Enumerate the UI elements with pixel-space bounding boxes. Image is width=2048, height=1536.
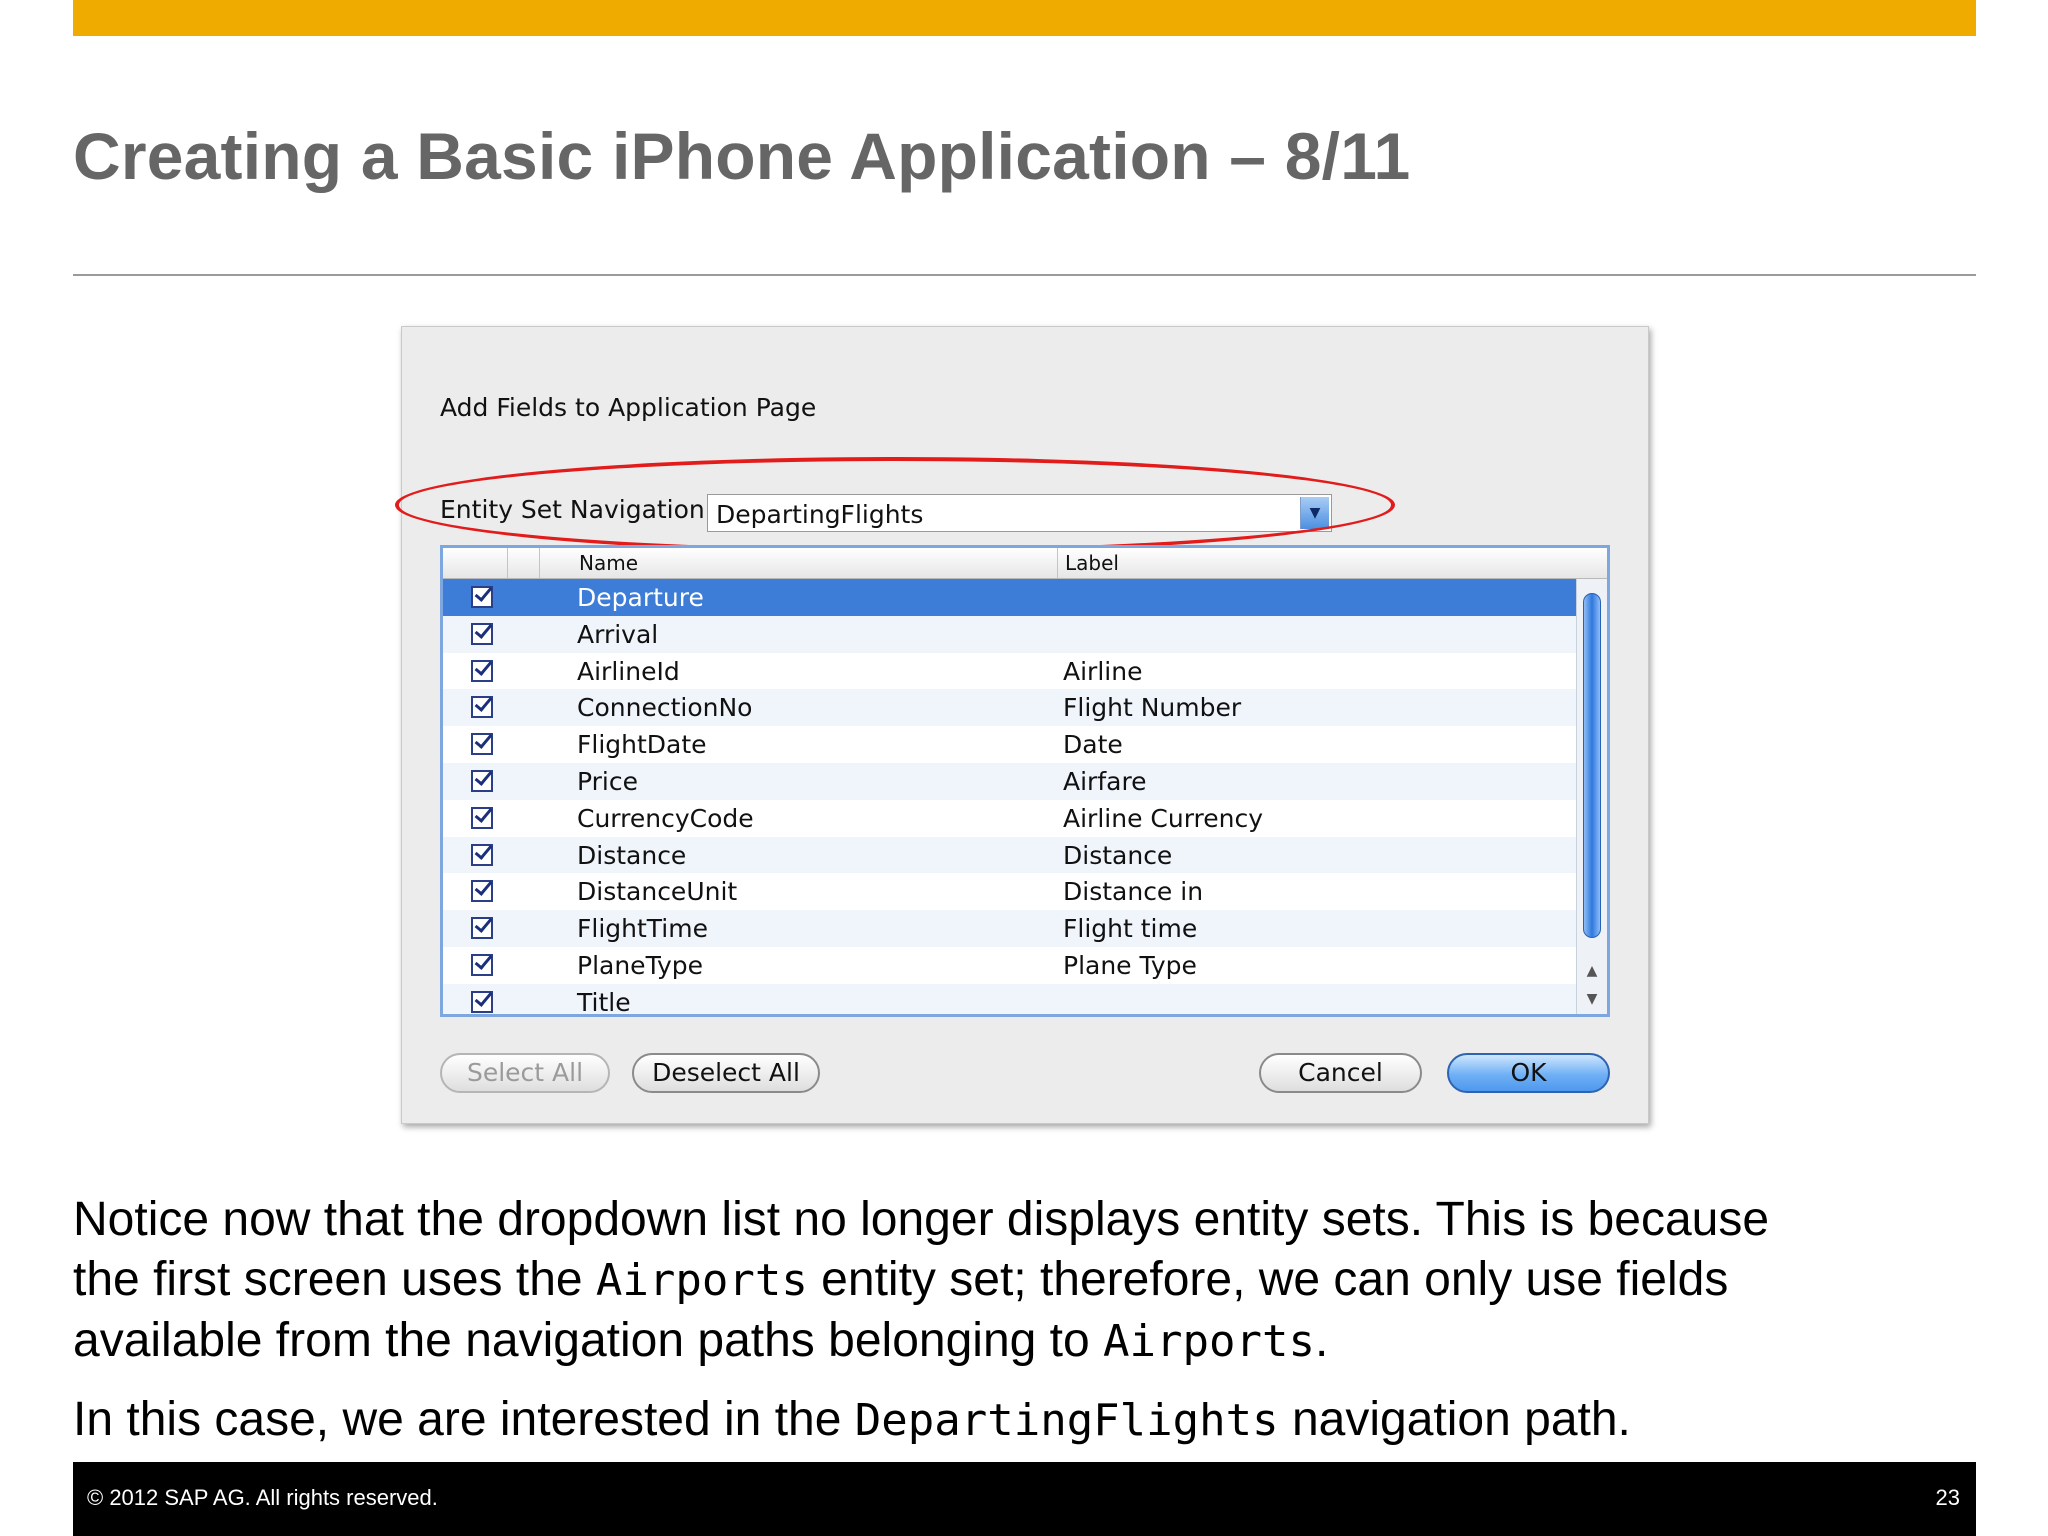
body-paragraph-line-3: available from the navigation paths belo…	[73, 1311, 1328, 1372]
field-label: Airfare	[1063, 766, 1147, 796]
field-name: DistanceUnit	[577, 877, 738, 907]
body-paragraph-2: In this case, we are interested in the D…	[73, 1390, 1631, 1451]
field-label: Flight Number	[1063, 693, 1242, 723]
field-label: Distance in	[1063, 877, 1204, 907]
field-checkbox[interactable]	[471, 806, 493, 829]
field-checkbox[interactable]	[471, 659, 493, 682]
field-label: Airline	[1063, 656, 1143, 686]
accent-bar	[73, 0, 1976, 36]
vertical-scrollbar[interactable]: ▲ ▼	[1576, 579, 1607, 1014]
column-header-label[interactable]: Label	[1065, 551, 1119, 575]
table-body: Departure Arrival AirlineId Airline Connecti…	[443, 579, 1577, 1017]
field-checkbox[interactable]	[471, 696, 493, 719]
body-paragraph-line-1: Notice now that the dropdown list no lon…	[73, 1190, 1769, 1250]
table-row[interactable]: AirlineId Airline	[443, 653, 1577, 690]
body-text: Notice now that the dropdown list no lon…	[73, 1193, 1770, 1246]
add-fields-dialog: Add Fields to Application Page Entity Se…	[395, 326, 1649, 1124]
field-checkbox[interactable]	[471, 990, 493, 1013]
field-label: Date	[1063, 730, 1123, 760]
column-header-name[interactable]: Name	[579, 551, 638, 575]
table-row[interactable]: DistanceUnit Distance in	[443, 873, 1577, 910]
field-checkbox[interactable]	[471, 917, 493, 940]
field-label: Airline Currency	[1063, 803, 1264, 833]
body-text: In this case, we are interested in the	[73, 1393, 855, 1446]
cancel-button[interactable]: Cancel	[1259, 1053, 1422, 1093]
field-checkbox[interactable]	[471, 622, 493, 645]
table-row[interactable]: FlightDate Date	[443, 726, 1577, 763]
body-text: the first screen uses the	[73, 1253, 596, 1306]
field-label: Flight time	[1063, 914, 1198, 944]
scroll-down-icon[interactable]: ▼	[1577, 985, 1607, 1013]
field-label: Plane Type	[1063, 950, 1197, 980]
field-checkbox[interactable]	[471, 880, 493, 903]
field-name: FlightDate	[577, 730, 707, 760]
body-text: available from the navigation paths belo…	[73, 1314, 1104, 1367]
title-divider	[73, 274, 1976, 276]
field-name: PlaneType	[577, 950, 703, 980]
body-text: .	[1314, 1314, 1329, 1367]
field-checkbox[interactable]	[471, 769, 493, 792]
table-row[interactable]: ConnectionNo Flight Number	[443, 689, 1577, 727]
column-separator	[539, 548, 540, 578]
field-checkbox[interactable]	[471, 733, 493, 756]
column-separator	[1057, 548, 1058, 578]
table-row[interactable]: PlaneType Plane Type	[443, 947, 1577, 984]
slide-title: Creating a Basic iPhone Application – 8/…	[73, 119, 1411, 193]
field-name: FlightTime	[577, 914, 708, 944]
code-departingflights: DepartingFlights	[854, 1395, 1279, 1446]
field-name: Distance	[577, 840, 687, 870]
body-text: navigation path.	[1278, 1393, 1631, 1446]
table-row[interactable]: Arrival	[443, 615, 1577, 653]
field-name: ConnectionNo	[577, 693, 753, 723]
fields-table: Name Label Departure Arrival AirlineId Airl…	[440, 545, 1610, 1017]
field-checkbox[interactable]	[471, 843, 493, 866]
body-paragraph-line-2: the first screen uses the Airports entit…	[73, 1250, 1728, 1311]
field-label: Distance	[1063, 840, 1173, 870]
table-row[interactable]: CurrencyCode Airline Currency	[443, 800, 1577, 837]
scrollbar-thumb[interactable]	[1583, 593, 1601, 938]
field-name: Arrival	[577, 619, 659, 649]
dialog-title: Add Fields to Application Page	[440, 393, 817, 422]
code-airports: Airports	[595, 1255, 808, 1306]
field-checkbox[interactable]	[471, 953, 493, 976]
table-row[interactable]: Distance Distance	[443, 836, 1577, 874]
field-name: Departure	[577, 583, 704, 612]
table-row[interactable]: Departure	[443, 579, 1577, 616]
table-header: Name Label	[443, 548, 1607, 579]
deselect-all-button[interactable]: Deselect All	[632, 1053, 820, 1093]
field-name: CurrencyCode	[577, 803, 754, 833]
table-row[interactable]: Price Airfare	[443, 762, 1577, 800]
footer-bar: © 2012 SAP AG. All rights reserved. 23	[73, 1462, 1976, 1536]
body-text: entity set; therefore, we can only use f…	[807, 1253, 1729, 1306]
code-airports: Airports	[1103, 1316, 1315, 1367]
field-name: Title	[577, 987, 631, 1017]
table-row[interactable]: FlightTime Flight time	[443, 910, 1577, 947]
copyright-text: © 2012 SAP AG. All rights reserved.	[87, 1485, 438, 1510]
column-separator	[507, 548, 508, 578]
scroll-up-icon[interactable]: ▲	[1577, 957, 1607, 985]
field-checkbox[interactable]	[471, 586, 493, 608]
page-number: 23	[1935, 1485, 1960, 1510]
field-name: AirlineId	[577, 656, 680, 686]
select-all-button[interactable]: Select All	[440, 1053, 610, 1093]
highlight-ellipse	[395, 457, 1395, 553]
ok-button[interactable]: OK	[1447, 1053, 1610, 1093]
field-name: Price	[577, 766, 638, 796]
table-row[interactable]: Title	[443, 983, 1577, 1017]
